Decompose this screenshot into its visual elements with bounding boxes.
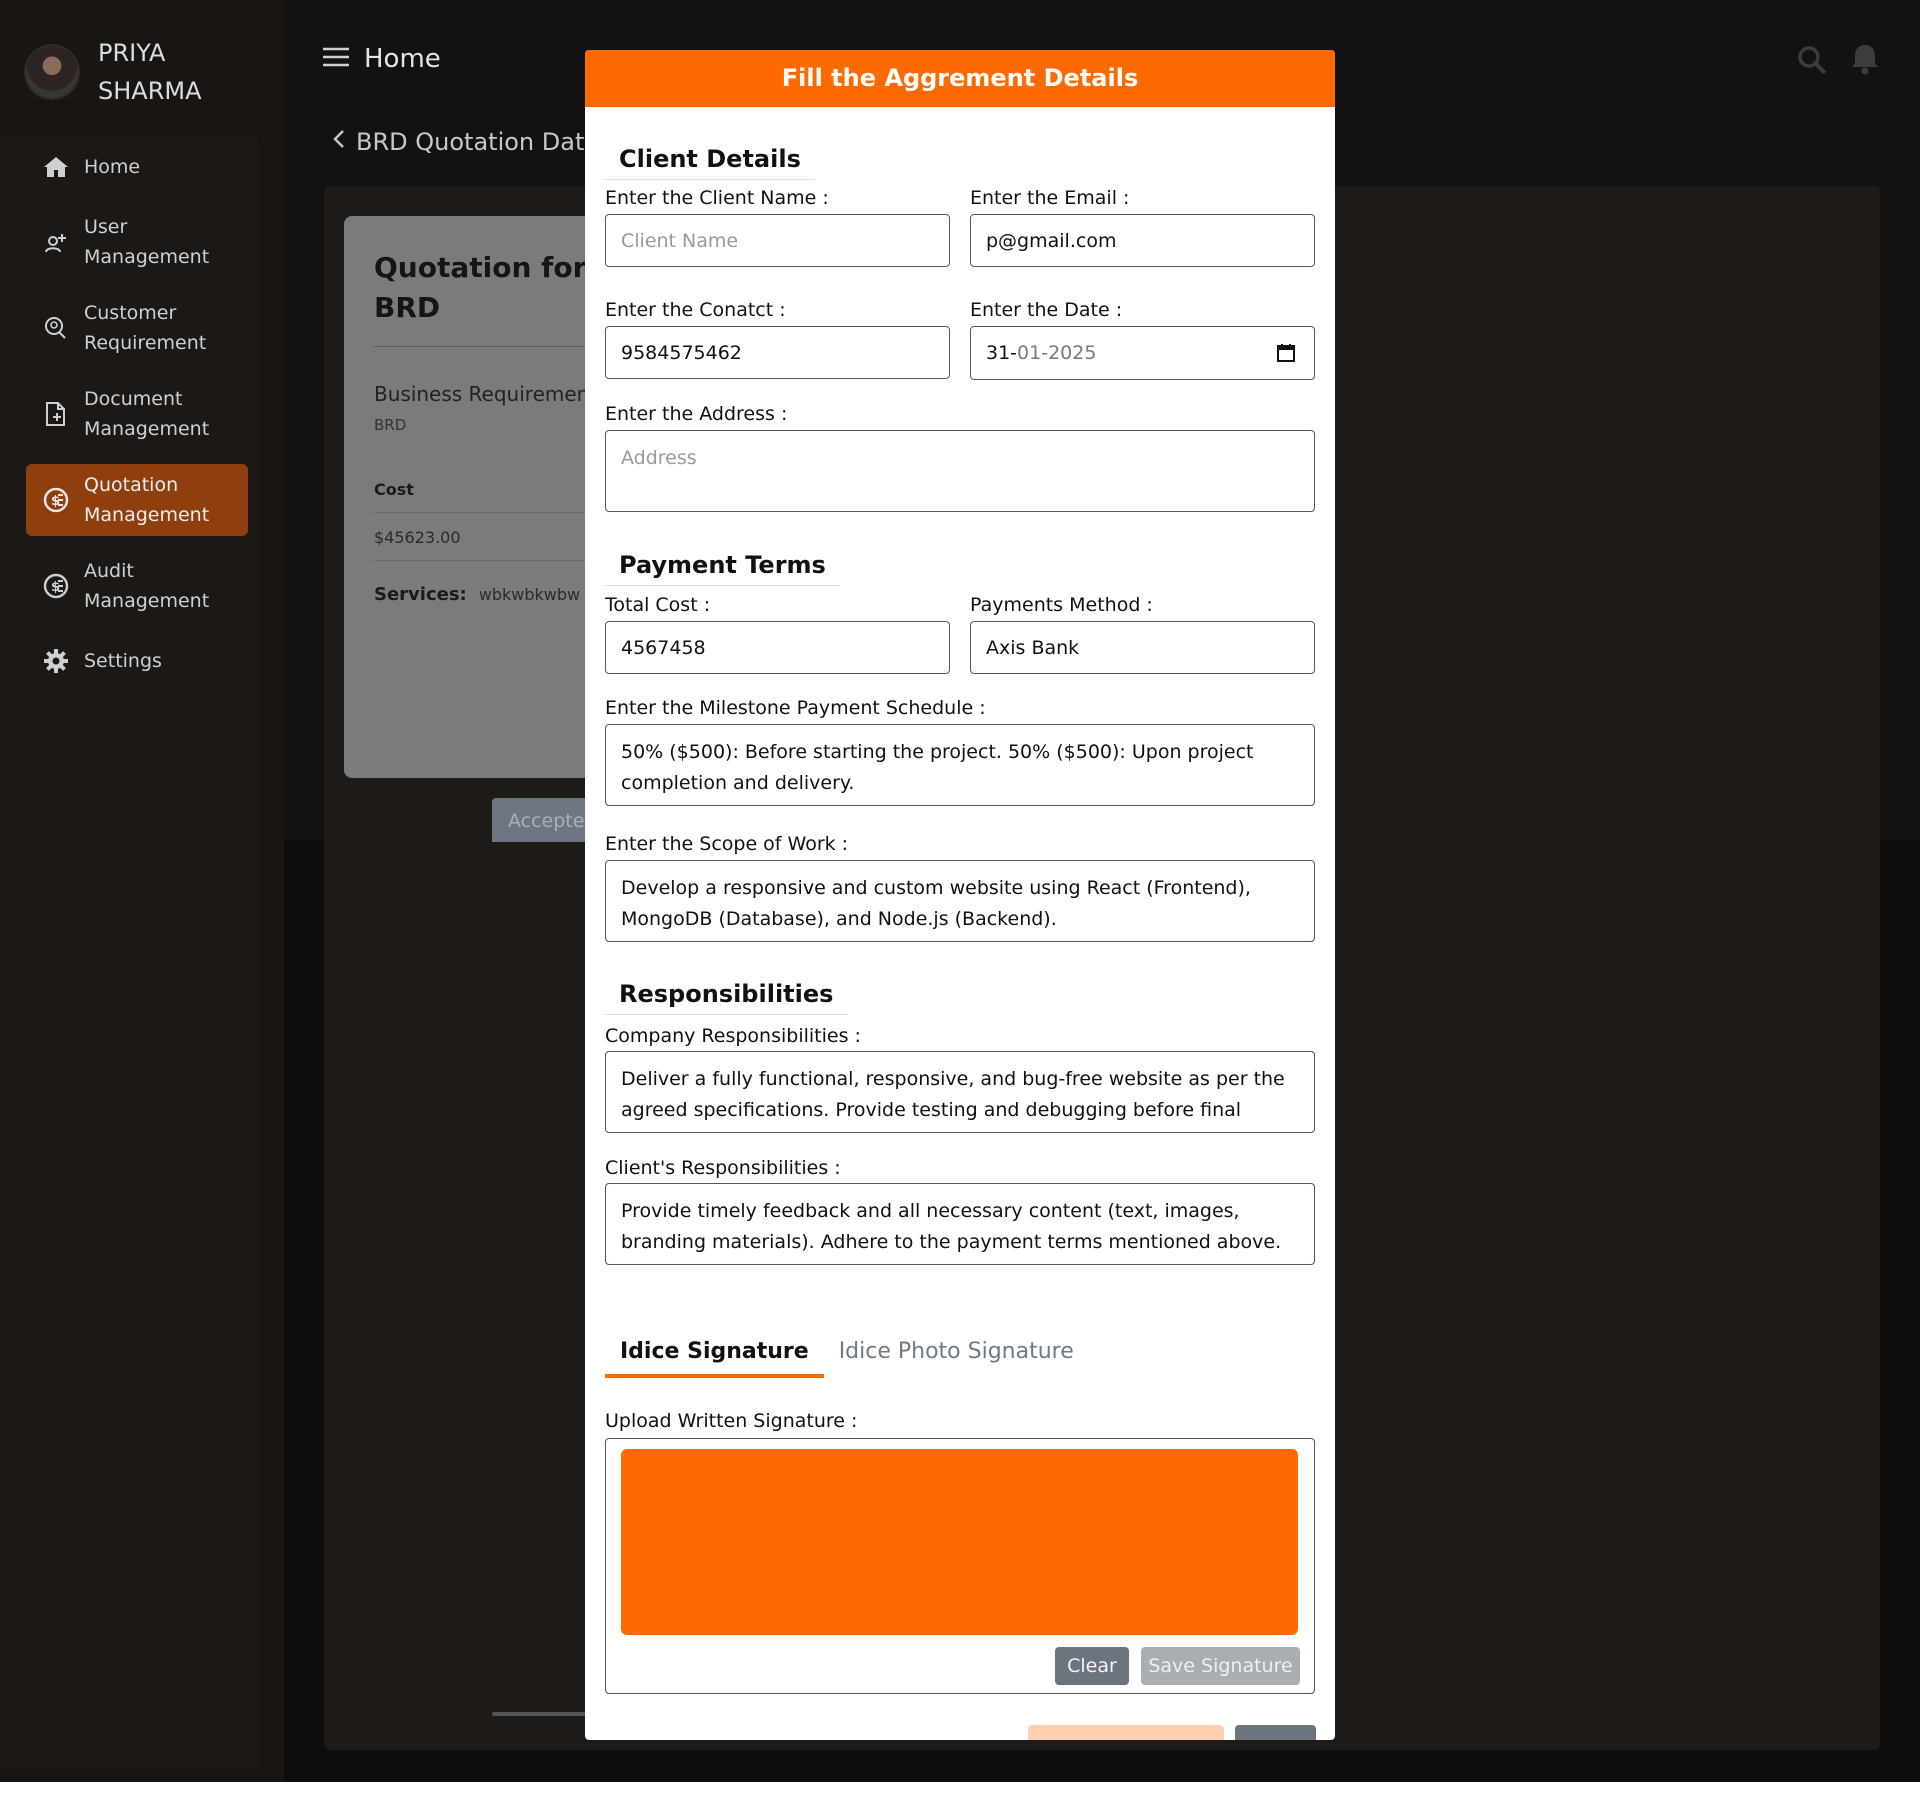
client-responsibilities-label: Client's Responsibilities :	[605, 1157, 841, 1179]
close-button[interactable]: Close	[1235, 1725, 1316, 1740]
date-input[interactable]: 31- 01-2025	[970, 326, 1315, 380]
signature-canvas[interactable]	[621, 1449, 1298, 1635]
date-day: 31-	[986, 342, 1018, 364]
sidebar-item-label: Home	[84, 156, 141, 178]
bell-icon[interactable]	[1850, 42, 1880, 80]
services-value: wbkwbkwbw	[478, 585, 581, 604]
resize-handle-icon[interactable]	[1302, 929, 1312, 939]
client-name-label: Enter the Client Name :	[605, 187, 829, 209]
company-responsibilities-input[interactable]: Deliver a fully functional, responsive, …	[605, 1051, 1315, 1133]
accepted-button[interactable]: Accepted	[492, 798, 592, 842]
svg-text:$: $	[51, 494, 60, 509]
company-responsibilities-text: Deliver a fully functional, responsive, …	[621, 1068, 1285, 1132]
sidebar-item-label: Document Management	[84, 388, 210, 440]
resize-handle-icon[interactable]	[1302, 1252, 1312, 1262]
cost-label: Cost	[374, 480, 414, 499]
sidebar-item-home[interactable]: Home	[26, 142, 248, 192]
cost-value: $45623.00	[374, 528, 461, 547]
contact-input[interactable]: 9584575462	[605, 326, 950, 379]
home-icon	[42, 153, 70, 181]
email-input[interactable]: p@gmail.com	[970, 214, 1315, 267]
sidebar-item-customer-requirement[interactable]: Customer Requirement	[26, 292, 248, 364]
client-responsibilities-input[interactable]: Provide timely feedback and all necessar…	[605, 1183, 1315, 1265]
resize-handle-icon[interactable]	[1302, 1120, 1312, 1130]
calendar-icon[interactable]	[1276, 343, 1296, 368]
email-label: Enter the Email :	[970, 187, 1130, 209]
quotation-subtitle-small: BRD	[374, 416, 407, 434]
resize-handle-icon[interactable]	[1302, 793, 1312, 803]
client-responsibilities-text: Provide timely feedback and all necessar…	[621, 1200, 1282, 1253]
payment-method-label: Payments Method :	[970, 594, 1153, 616]
agreement-modal: Fill the Aggrement Details Client Detail…	[585, 50, 1335, 1740]
sidebar-item-document-management[interactable]: Document Management	[26, 378, 248, 450]
gear-icon	[42, 647, 70, 675]
resize-handle-icon[interactable]	[1302, 499, 1312, 509]
sidebar-item-label: User Management	[84, 216, 210, 268]
milestone-label: Enter the Milestone Payment Schedule :	[605, 697, 986, 719]
quotation-icon: $	[42, 486, 70, 514]
save-signature-button[interactable]: Save Signature	[1141, 1647, 1300, 1685]
profile-name: PRIYA SHARMA	[98, 39, 202, 105]
section-client-details: Client Details	[605, 145, 815, 180]
upload-signature-label: Upload Written Signature :	[605, 1410, 858, 1432]
menu-icon[interactable]	[322, 46, 350, 68]
services-row: Services: wbkwbkwbw	[374, 584, 580, 605]
address-input[interactable]: Address	[605, 430, 1315, 512]
signature-tabs: Idice Signature Idice Photo Signature	[605, 1339, 1089, 1378]
svg-text:$: $	[51, 580, 60, 595]
client-name-input[interactable]: Client Name	[605, 214, 950, 267]
services-label: Services:	[374, 584, 467, 605]
sidebar-item-label: Settings	[84, 650, 162, 672]
date-rest: 01-2025	[1017, 342, 1097, 364]
sidebar-nav: Home User Management Customer Requiremen…	[26, 142, 248, 700]
avatar[interactable]	[24, 44, 80, 100]
total-cost-label: Total Cost :	[605, 594, 711, 616]
address-placeholder: Address	[621, 447, 697, 469]
milestone-input[interactable]: 50% ($500): Before starting the project.…	[605, 724, 1315, 806]
section-payment-terms: Payment Terms	[605, 551, 840, 586]
quotation-subtitle: Business Requirement	[374, 382, 598, 406]
sidebar-item-settings[interactable]: Settings	[26, 636, 248, 686]
audit-icon: $	[42, 572, 70, 600]
tab-idice-signature[interactable]: Idice Signature	[605, 1339, 824, 1378]
section-responsibilities: Responsibilities	[605, 980, 848, 1015]
sidebar-item-quotation-management[interactable]: $ Quotation Management	[26, 464, 248, 536]
sidebar: PRIYA SHARMA Home User Management Custom…	[0, 0, 284, 1782]
sidebar-item-label: Audit Management	[84, 560, 210, 612]
sidebar-item-label: Customer Requirement	[84, 302, 207, 354]
search-icon[interactable]	[1796, 44, 1828, 80]
sidebar-item-user-management[interactable]: User Management	[26, 206, 248, 278]
quotation-title: Quotation for : BRD	[374, 251, 608, 324]
user-add-icon	[42, 228, 70, 256]
scope-input[interactable]: Develop a responsive and custom website …	[605, 860, 1315, 942]
milestone-text: 50% ($500): Before starting the project.…	[621, 741, 1254, 794]
page-title: Home	[364, 44, 441, 74]
create-agreement-button[interactable]: Create Agreement	[1028, 1725, 1224, 1740]
address-label: Enter the Address :	[605, 403, 788, 425]
tab-idice-photo-signature[interactable]: Idice Photo Signature	[824, 1339, 1089, 1378]
scope-label: Enter the Scope of Work :	[605, 833, 849, 855]
chevron-left-icon[interactable]	[332, 128, 346, 156]
user-profile[interactable]: PRIYA SHARMA	[24, 34, 238, 110]
signature-box: Clear Save Signature	[605, 1438, 1315, 1694]
payment-method-input[interactable]: Axis Bank	[970, 621, 1315, 674]
scope-text: Develop a responsive and custom website …	[621, 877, 1251, 930]
modal-title: Fill the Aggrement Details	[585, 50, 1335, 107]
app-background: PRIYA SHARMA Home User Management Custom…	[0, 0, 1920, 1782]
breadcrumb-label: BRD Quotation Data	[356, 128, 600, 156]
sidebar-item-audit-management[interactable]: $ Audit Management	[26, 550, 248, 622]
date-label: Enter the Date :	[970, 299, 1123, 321]
scrollbar[interactable]	[492, 1712, 592, 1716]
document-icon	[42, 400, 70, 428]
total-cost-input[interactable]: 4567458	[605, 621, 950, 674]
company-responsibilities-label: Company Responsibilities :	[605, 1025, 861, 1047]
requirement-icon	[42, 314, 70, 342]
contact-label: Enter the Conatct :	[605, 299, 786, 321]
breadcrumb[interactable]: BRD Quotation Data	[332, 128, 599, 156]
clear-button[interactable]: Clear	[1055, 1647, 1129, 1685]
sidebar-item-label: Quotation Management	[84, 474, 210, 526]
